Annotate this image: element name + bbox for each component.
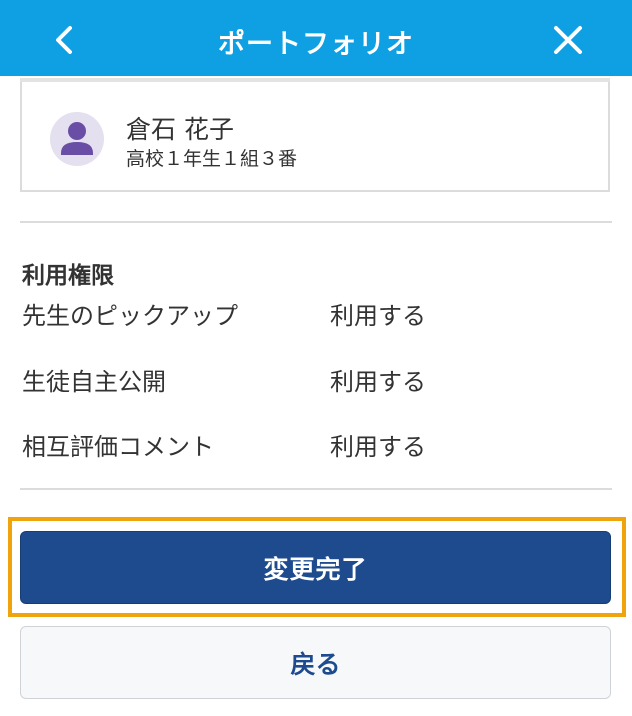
student-profile-card: 倉石 花子 高校１年生１組３番 [20,82,610,192]
back-text-button[interactable]: 戻る [20,626,611,699]
permission-value-peer-comment: 利用する [330,433,426,461]
permission-label-teacher-pickup: 先生のピックアップ [22,302,238,330]
student-class-info: 高校１年生１組３番 [126,148,298,170]
app-header: ポートフォリオ [0,0,632,76]
permission-value-student-publish: 利用する [330,368,426,396]
close-icon [554,26,582,54]
permissions-title: 利用権限 [22,263,114,289]
complete-button[interactable]: 変更完了 [20,531,611,604]
permission-label-student-publish: 生徒自主公開 [22,368,166,396]
page-title: ポートフォリオ [218,29,414,60]
close-button[interactable] [548,20,588,60]
avatar [50,112,104,166]
student-name: 倉石 花子 [126,115,234,144]
user-silhouette-icon [61,122,93,155]
permission-value-teacher-pickup: 利用する [330,302,426,330]
section-divider [20,221,612,223]
permission-label-peer-comment: 相互評価コメント [22,433,214,461]
section-divider [20,488,612,490]
